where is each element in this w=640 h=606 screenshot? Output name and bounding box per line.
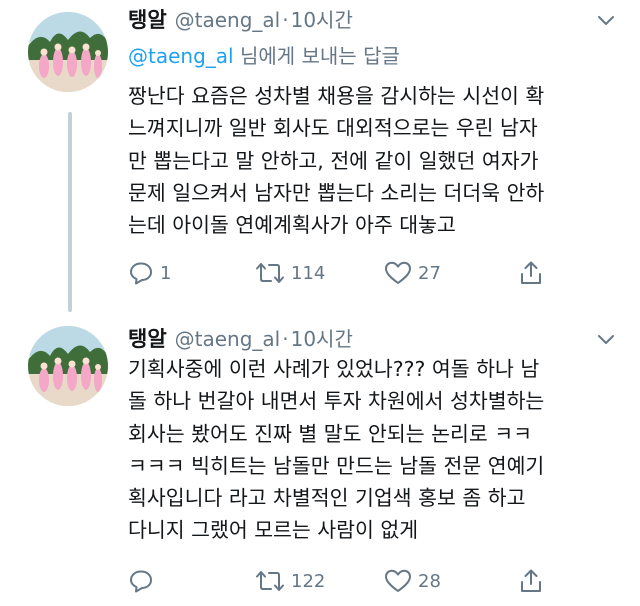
- reply-count: 1: [160, 262, 172, 284]
- retweet-button[interactable]: 114: [255, 258, 325, 288]
- retweet-count: 122: [291, 570, 326, 592]
- tweet[interactable]: 탱알 @taeng_al · 10시간 @taeng_al 님에게 보내는 답글…: [0, 0, 640, 316]
- reply-icon: [130, 262, 152, 285]
- tweet-text-line: 문제 일으켜서 남자만 뽑는다 소리는 더더욱 안하: [128, 180, 545, 205]
- replying-to-line: @taeng_al 님에게 보내는 답글: [128, 42, 400, 70]
- avatar[interactable]: [28, 326, 108, 406]
- display-name[interactable]: 탱알: [128, 323, 167, 355]
- user-handle[interactable]: @taeng_al: [175, 4, 281, 36]
- like-icon: [385, 261, 411, 284]
- display-name[interactable]: 탱알: [128, 4, 167, 36]
- tweet-text-line: 기획사중에 이런 사례가 있었나??? 여돌 하나 남: [128, 357, 540, 381]
- reply-button[interactable]: [128, 566, 160, 596]
- reply-icon: [130, 570, 152, 593]
- timestamp[interactable]: 10시간: [291, 323, 353, 355]
- tweet-text: 기획사중에 이런 사례가 있었나??? 여돌 하나 남 돌 하나 번갈아 내면서…: [128, 353, 623, 547]
- chevron-down-icon[interactable]: [596, 10, 616, 30]
- tweet-actions: 122 28: [128, 566, 628, 596]
- share-icon: [521, 261, 541, 284]
- like-count: 27: [418, 262, 441, 284]
- separator-dot: ·: [282, 8, 289, 32]
- retweet-icon: [256, 571, 284, 591]
- tweet-text-line: 돌 하나 번갈아 내면서 투자 차원에서 성차별하는: [128, 389, 545, 414]
- retweet-count: 114: [291, 262, 326, 284]
- like-icon: [385, 569, 411, 592]
- like-count: 28: [418, 570, 441, 592]
- avatar-image: [28, 326, 108, 406]
- tweet-text-line: 는데 아이돌 연예계획사가 아주 대놓고: [128, 213, 456, 238]
- avatar[interactable]: [28, 12, 108, 92]
- user-handle[interactable]: @taeng_al: [175, 323, 281, 355]
- tweet-text-line: 획사입니다 라고 차별적인 기업색 홍보 좀 하고: [128, 486, 526, 511]
- retweet-icon: [256, 263, 284, 283]
- timestamp[interactable]: 10시간: [291, 4, 353, 36]
- tweet-text-line: 짱난다 요즘은 성차별 채용을 감시하는 시선이 확: [128, 84, 545, 108]
- tweet[interactable]: 탱알 @taeng_al · 10시간 기획사중에 이런 사례가 있었나??? …: [0, 316, 640, 606]
- tweet-text-line: 회사는 봤어도 진짜 별 말도 안되는 논리로 ㅋㅋ: [128, 421, 532, 446]
- tweet-text-line: 느껴지니까 일반 회사도 대외적으로는 우린 남자: [128, 116, 538, 141]
- reply-mention-link[interactable]: @taeng_al: [128, 44, 234, 68]
- tweet-actions: 1 114 27: [128, 258, 628, 288]
- reply-button[interactable]: 1: [128, 258, 171, 288]
- chevron-down-icon[interactable]: [596, 329, 616, 349]
- tweet-text-line: 만 뽑는다고 말 안하고, 전에 같이 일했던 여자가: [128, 148, 539, 173]
- tweet-text-line: 다니지 그랬어 모르는 사람이 없게: [128, 518, 419, 543]
- retweet-button[interactable]: 122: [255, 566, 325, 596]
- thread-connector-line: [68, 112, 72, 312]
- like-button[interactable]: 27: [384, 258, 441, 288]
- tweet-header: 탱알 @taeng_al · 10시간: [128, 323, 620, 355]
- tweet-header: 탱알 @taeng_al · 10시간: [128, 4, 620, 36]
- reply-to-label: 님에게 보내는 답글: [233, 44, 400, 68]
- share-button[interactable]: [518, 258, 544, 288]
- tweet-text: 짱난다 요즘은 성차별 채용을 감시하는 시선이 확 느껴지니까 일반 회사도 …: [128, 80, 623, 241]
- avatar-image: [28, 12, 108, 92]
- share-icon: [521, 569, 541, 592]
- separator-dot: ·: [282, 327, 289, 351]
- like-button[interactable]: 28: [384, 566, 441, 596]
- tweet-text-line: ㅋㅋㅋ 빅히트는 남돌만 만드는 남돌 전문 연예기: [128, 453, 545, 478]
- share-button[interactable]: [518, 566, 544, 596]
